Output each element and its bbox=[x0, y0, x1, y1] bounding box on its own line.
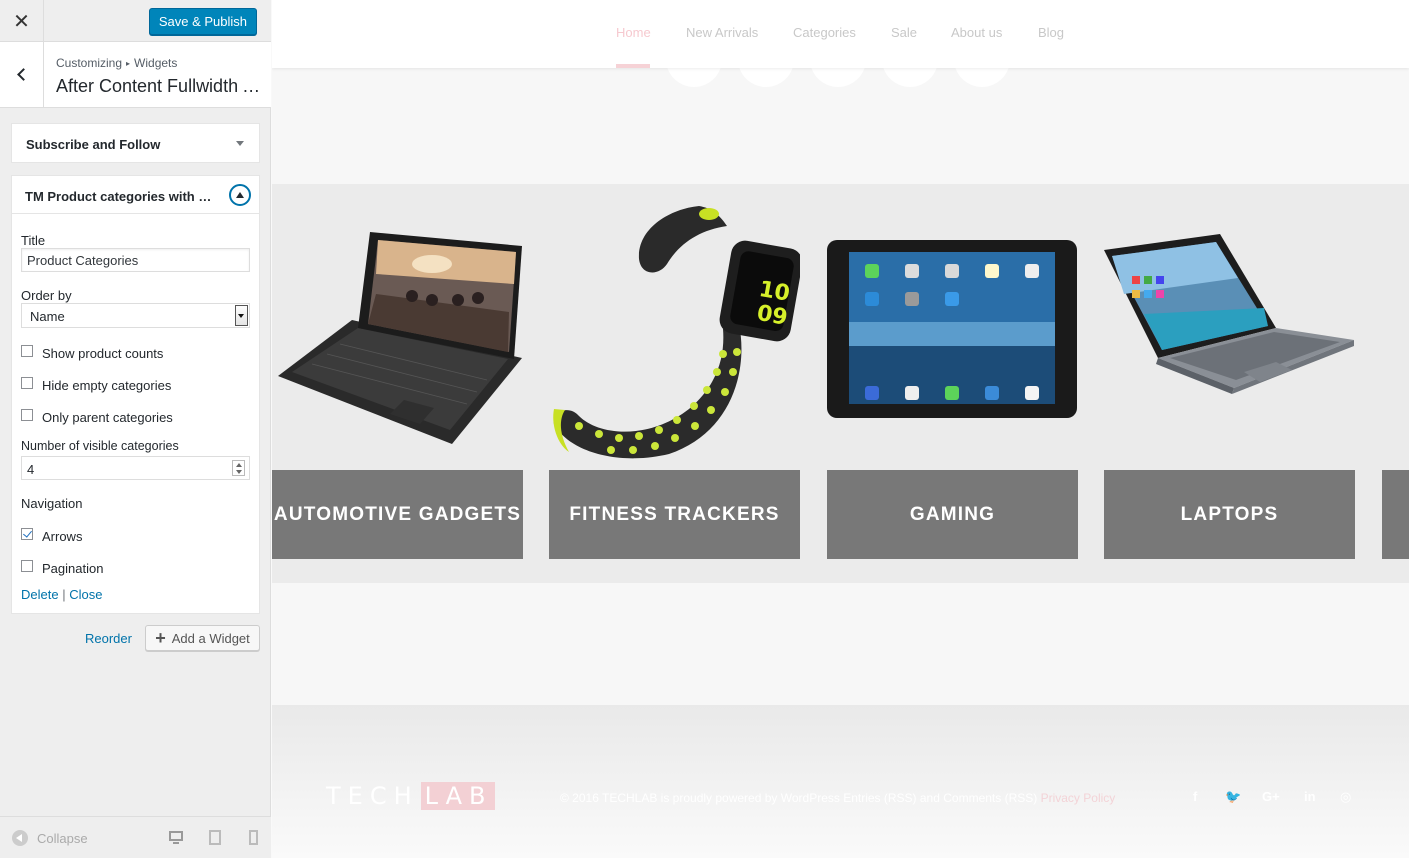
collapse-widget-toggle[interactable] bbox=[229, 184, 251, 206]
show-product-counts-checkbox[interactable] bbox=[21, 345, 33, 357]
section-title: After Content Fullwidth Area bbox=[56, 76, 264, 96]
save-publish-button[interactable]: Save & Publish bbox=[148, 8, 257, 35]
breadcrumb-separator: ▸ bbox=[126, 59, 131, 68]
breadcrumb-widgets: Widgets bbox=[134, 56, 178, 70]
delete-widget-link[interactable]: Delete bbox=[21, 587, 59, 602]
footer-logo[interactable]: TECH LAB bbox=[326, 782, 496, 810]
preview-desktop-button[interactable] bbox=[168, 829, 184, 845]
only-parent-categories-option[interactable]: Only parent categories bbox=[21, 408, 173, 426]
nav-sale[interactable]: Sale bbox=[891, 25, 917, 40]
desktop-icon bbox=[169, 831, 183, 841]
site-footer: TECH LAB © 2016 TECHLAB is proudly powere… bbox=[272, 705, 1409, 858]
hide-empty-categories-checkbox[interactable] bbox=[21, 377, 33, 389]
twitter-icon[interactable]: 🐦 bbox=[1225, 789, 1241, 805]
widget-product-categories: TM Product categories with thumbnails Ti… bbox=[11, 175, 260, 614]
facebook-icon[interactable]: f bbox=[1193, 789, 1197, 804]
collapse-sidebar-button[interactable]: Collapse bbox=[12, 830, 88, 846]
widget-subscribe-follow[interactable]: Subscribe and Follow bbox=[11, 123, 260, 163]
nav-home[interactable]: Home bbox=[616, 25, 651, 40]
chevron-up-icon bbox=[236, 192, 244, 198]
order-by-label: Order by bbox=[21, 288, 72, 303]
visible-categories-label: Number of visible categories bbox=[21, 439, 179, 453]
expand-arrow-icon[interactable] bbox=[236, 141, 244, 146]
active-nav-indicator bbox=[616, 64, 650, 68]
add-widget-button[interactable]: + Add a Widget bbox=[145, 625, 260, 651]
section-header: Customizing ▸ Widgets After Content Fullwi… bbox=[0, 42, 271, 108]
tablet-image bbox=[827, 240, 1077, 418]
mobile-icon bbox=[249, 830, 258, 845]
site-main-nav: Home New Arrivals Categories Sale About … bbox=[272, 0, 1409, 68]
visible-categories-input[interactable]: 4 bbox=[21, 456, 250, 480]
nav-new-arrivals[interactable]: New Arrivals bbox=[686, 25, 758, 40]
checkbox-label: Only parent categories bbox=[42, 409, 173, 425]
category-label[interactable]: GAMING bbox=[827, 470, 1078, 559]
title-input[interactable] bbox=[21, 248, 250, 272]
navigation-heading: Navigation bbox=[21, 496, 83, 511]
footer-copyright: © 2016 TECHLAB is proudly powered by Wor… bbox=[560, 791, 1115, 805]
preview-mobile-button[interactable] bbox=[247, 829, 263, 845]
widget-header[interactable]: TM Product categories with thumbnails bbox=[12, 176, 259, 214]
chevron-left-icon bbox=[17, 68, 30, 81]
customizer-header: ✕ Save & Publish bbox=[0, 0, 271, 42]
nav-blog[interactable]: Blog bbox=[1038, 25, 1064, 40]
checkbox-label: Pagination bbox=[42, 560, 104, 576]
linkedin-icon[interactable]: in bbox=[1304, 789, 1316, 804]
category-label[interactable]: LAPTOPS bbox=[1104, 470, 1355, 559]
privacy-policy-link[interactable]: Privacy Policy bbox=[1041, 791, 1116, 805]
preview-tablet-button[interactable] bbox=[207, 829, 223, 845]
breadcrumb: Customizing ▸ Widgets bbox=[56, 56, 177, 70]
google-plus-icon[interactable]: G+ bbox=[1262, 789, 1280, 804]
smartwatch-image: 10 09 bbox=[553, 206, 800, 459]
arrows-checkbox[interactable] bbox=[21, 528, 33, 540]
pinterest-icon[interactable]: ◎ bbox=[1340, 789, 1351, 805]
copyright-text: © 2016 TECHLAB is proudly powered by Wor… bbox=[560, 791, 1038, 805]
laptop-tablet-image bbox=[278, 232, 522, 444]
show-product-counts-option[interactable]: Show product counts bbox=[21, 344, 163, 362]
back-button[interactable] bbox=[0, 42, 44, 107]
category-item[interactable]: AUTOMOTIVE GADGETS bbox=[272, 184, 523, 583]
visible-categories-value: 4 bbox=[27, 462, 35, 477]
category-label[interactable]: AUTOMOTIVE GADGETS bbox=[272, 470, 523, 559]
order-by-select[interactable]: Name bbox=[21, 303, 250, 328]
customizer-panel: ✕ Save & Publish Customizing ▸ Widgets Aft… bbox=[0, 0, 271, 858]
close-icon: ✕ bbox=[13, 10, 30, 33]
checkbox-label: Hide empty categories bbox=[42, 377, 172, 393]
widget-title: Subscribe and Follow bbox=[26, 137, 161, 152]
close-customizer-button[interactable]: ✕ bbox=[0, 0, 44, 42]
add-widget-label: Add a Widget bbox=[171, 630, 250, 646]
widget-actions: Delete | Close bbox=[21, 587, 102, 602]
category-item[interactable]: LAPTOPS bbox=[1104, 184, 1355, 583]
product-categories-carousel: AUTOMOTIVE GADGETS 10 09 FITNESS TRACKER… bbox=[272, 184, 1409, 583]
customizer-footer: Collapse bbox=[0, 816, 271, 858]
pagination-checkbox[interactable] bbox=[21, 560, 33, 572]
checkbox-label: Arrows bbox=[42, 528, 83, 544]
svg-text:09: 09 bbox=[755, 301, 790, 331]
nav-about-us[interactable]: About us bbox=[951, 25, 1002, 40]
category-item[interactable]: GAMING bbox=[827, 184, 1078, 583]
widget-title: TM Product categories with thumbnails bbox=[25, 189, 215, 204]
pagination-option[interactable]: Pagination bbox=[21, 559, 103, 577]
hide-empty-categories-option[interactable]: Hide empty categories bbox=[21, 376, 171, 394]
order-by-value: Name bbox=[30, 309, 65, 324]
laptop-image bbox=[1104, 234, 1354, 394]
arrows-option[interactable]: Arrows bbox=[21, 527, 82, 545]
site-preview: Home New Arrivals Categories Sale About … bbox=[272, 0, 1409, 858]
checkbox-label: Show product counts bbox=[42, 345, 164, 361]
category-label[interactable]: FITNESS TRACKERS bbox=[549, 470, 800, 559]
next-category-partial bbox=[1382, 470, 1409, 559]
dropdown-arrow-icon bbox=[235, 305, 248, 326]
category-item[interactable]: 10 09 FITNESS TRACKERS bbox=[549, 184, 800, 583]
plus-icon: + bbox=[155, 627, 166, 648]
reorder-link[interactable]: Reorder bbox=[85, 631, 132, 646]
only-parent-categories-checkbox[interactable] bbox=[21, 409, 33, 421]
nav-categories[interactable]: Categories bbox=[793, 25, 856, 40]
collapse-arrow-icon bbox=[12, 830, 28, 846]
collapse-label: Collapse bbox=[37, 830, 88, 846]
title-label: Title bbox=[21, 233, 46, 248]
action-separator: | bbox=[62, 587, 66, 602]
close-widget-link[interactable]: Close bbox=[69, 587, 102, 602]
breadcrumb-customizing: Customizing bbox=[56, 56, 123, 70]
tablet-icon bbox=[209, 830, 221, 845]
number-spinner[interactable] bbox=[232, 460, 245, 476]
